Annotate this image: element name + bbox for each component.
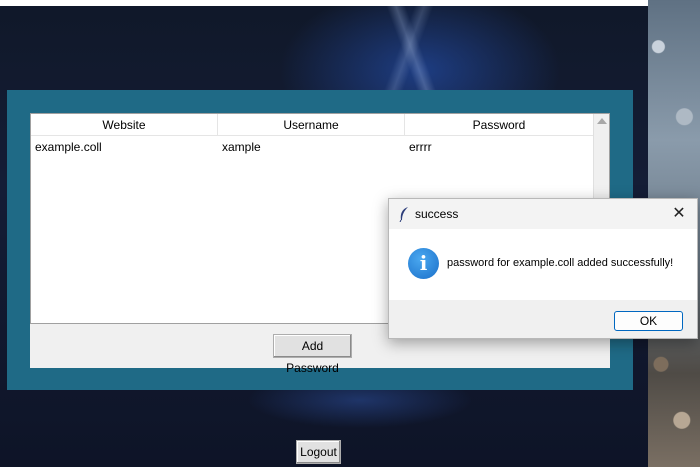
background-light-rays xyxy=(330,0,490,90)
table-header: Website Username Password xyxy=(31,114,593,136)
close-icon[interactable]: ✕ xyxy=(669,204,689,224)
dialog-footer: OK xyxy=(389,300,697,338)
ok-button[interactable]: OK xyxy=(614,311,683,331)
feather-icon xyxy=(399,207,408,222)
cell-website: example.coll xyxy=(35,140,102,154)
column-header-username[interactable]: Username xyxy=(218,114,405,136)
dialog-titlebar[interactable]: success ✕ xyxy=(389,199,697,229)
cell-username: xample xyxy=(222,140,261,154)
info-icon: i xyxy=(408,248,439,279)
table-row[interactable]: example.coll xample errrr xyxy=(31,137,593,157)
success-dialog: success ✕ i password for example.coll ad… xyxy=(388,198,698,339)
add-password-button[interactable]: Add Password xyxy=(273,334,352,375)
scroll-up-icon[interactable] xyxy=(597,118,607,124)
column-header-website[interactable]: Website xyxy=(31,114,218,136)
dialog-message: password for example.coll added successf… xyxy=(447,257,674,269)
dialog-title: success xyxy=(415,207,459,221)
top-window-edge xyxy=(0,0,648,6)
cell-password: errrr xyxy=(409,140,432,154)
column-header-password[interactable]: Password xyxy=(405,114,593,136)
dialog-body: i password for example.coll added succes… xyxy=(389,229,697,300)
logout-button[interactable]: Logout xyxy=(296,440,341,464)
